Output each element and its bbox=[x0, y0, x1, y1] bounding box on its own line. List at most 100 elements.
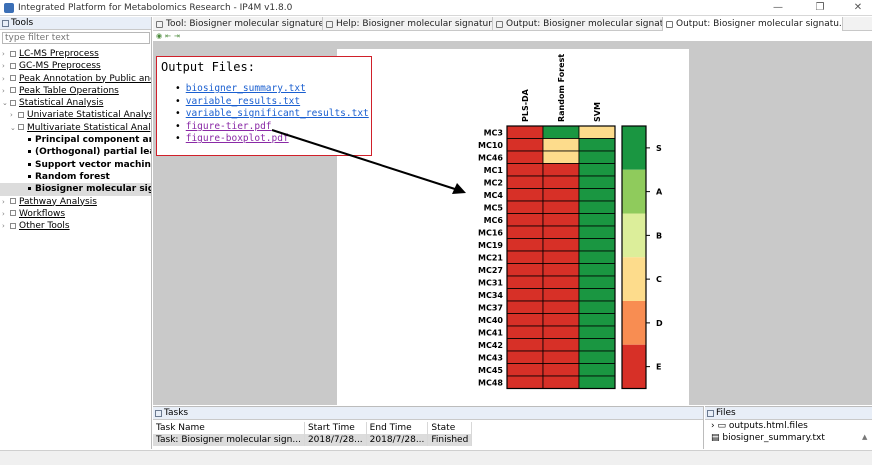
tasks-column-header[interactable]: State bbox=[427, 422, 473, 434]
tree-item-label: (Orthogonal) partial least sq bbox=[35, 147, 151, 158]
tools-panel: Tools › LC-MS Preprocess › GC-MS Preprocess… bbox=[0, 17, 152, 449]
table-row[interactable]: Task: Biosigner molecular sign... 2018/7/… bbox=[153, 434, 473, 446]
minimize-button[interactable]: — bbox=[764, 0, 792, 16]
maximize-button[interactable]: ❐ bbox=[806, 0, 834, 16]
output-file-list: biosigner_summary.txt variable_results.tx… bbox=[175, 83, 369, 146]
files-tab-label: Files bbox=[716, 408, 736, 418]
output-files-heading: Output Files: bbox=[161, 60, 255, 74]
expand-arrow-icon[interactable]: › bbox=[2, 73, 10, 85]
output-file-link[interactable]: figure-tier.pdf bbox=[186, 121, 272, 132]
table-cell: Task: Biosigner molecular sign... bbox=[153, 434, 305, 446]
tools-tab[interactable]: Tools bbox=[0, 17, 151, 30]
tree-item[interactable]: ⌄ Statistical Analysis bbox=[0, 97, 151, 109]
tasks-column-header[interactable]: Task Name bbox=[153, 422, 305, 434]
expand-arrow-icon[interactable]: › bbox=[10, 109, 18, 121]
forward-icon[interactable]: ⇥ bbox=[174, 32, 180, 40]
tree-item-label: Biosigner molecular signatu bbox=[35, 184, 151, 195]
tasks-column-header[interactable]: End Time bbox=[366, 422, 429, 434]
file-item[interactable]: › ▭ outputs.html.files bbox=[705, 420, 872, 432]
tree-item[interactable]: Biosigner molecular signatu bbox=[0, 183, 151, 196]
tree-item[interactable]: › Workflows bbox=[0, 208, 151, 220]
file-item-label: outputs.html.files bbox=[728, 421, 808, 431]
expand-arrow-icon[interactable]: › bbox=[2, 60, 10, 72]
tree-item-label: Workflows bbox=[19, 208, 66, 219]
editor-tab[interactable]: Tool: Biosigner molecular signature ...× bbox=[153, 17, 323, 31]
editor-tab-label: Help: Biosigner molecular signature ... bbox=[336, 18, 493, 29]
back-icon[interactable]: ⇤ bbox=[165, 32, 171, 40]
expand-arrow-icon[interactable]: › bbox=[2, 208, 10, 220]
close-window-button[interactable]: ✕ bbox=[844, 0, 872, 16]
files-view-icon bbox=[707, 409, 714, 417]
tree-item[interactable]: › Univariate Statistical Analysis bbox=[0, 109, 151, 121]
app-icon bbox=[4, 2, 14, 13]
tools-tab-label: Tools bbox=[11, 18, 34, 28]
tree-item-label: LC-MS Preprocess bbox=[19, 49, 99, 59]
editor-tab[interactable]: Output: Biosigner molecular signatur...× bbox=[493, 17, 663, 31]
file-item-label: biosigner_summary.txt bbox=[722, 433, 825, 443]
files-panel: Files › ▭ outputs.html.files ▤ biosigner… bbox=[705, 406, 872, 449]
category-icon bbox=[10, 198, 16, 205]
expand-arrow-icon[interactable]: ⌄ bbox=[10, 122, 18, 134]
tasks-column-header[interactable]: Start Time bbox=[304, 422, 367, 434]
files-scrollbar[interactable]: ▲ bbox=[862, 433, 870, 447]
document-icon bbox=[496, 20, 503, 28]
editor-tab-label: Output: Biosigner molecular signatu... bbox=[676, 18, 843, 29]
output-files-box: Output Files: biosigner_summary.txtvaria… bbox=[156, 56, 372, 156]
expand-arrow-icon[interactable]: › bbox=[2, 48, 10, 60]
tools-view-icon bbox=[2, 19, 9, 27]
tree-item[interactable]: Random forest bbox=[0, 171, 151, 183]
tree-item[interactable]: › Peak Annotation by Public and C bbox=[0, 73, 151, 85]
tree-item[interactable]: › LC-MS Preprocess bbox=[0, 48, 151, 60]
window-title: Integrated Platform for Metabolomics Res… bbox=[18, 2, 293, 13]
tree-item[interactable]: Support vector machine bbox=[0, 159, 151, 171]
document-icon bbox=[156, 20, 163, 28]
expand-arrow-icon[interactable]: › bbox=[2, 220, 10, 232]
file-item[interactable]: ▤ biosigner_summary.txt bbox=[705, 432, 872, 444]
editor-toolbar: ◉ ⇤ ⇥ bbox=[153, 31, 872, 41]
category-icon bbox=[10, 222, 16, 229]
files-tree: › ▭ outputs.html.files ▤ biosigner_summa… bbox=[705, 420, 872, 444]
category-icon bbox=[10, 99, 16, 106]
tasks-view-icon bbox=[155, 409, 162, 417]
expand-arrow-icon[interactable]: › bbox=[2, 85, 10, 97]
output-file-link[interactable]: figure-boxplot.pdf bbox=[186, 133, 289, 144]
table-cell: 2018/7/28... bbox=[366, 434, 429, 446]
title-bar: Integrated Platform for Metabolomics Res… bbox=[0, 0, 872, 16]
tree-item-label: Multivariate Statistical Analysis bbox=[27, 122, 151, 133]
output-file-link[interactable]: biosigner_summary.txt bbox=[186, 83, 306, 94]
tree-item-label: Random forest bbox=[35, 171, 110, 182]
tree-item[interactable]: › GC-MS Preprocess bbox=[0, 60, 151, 72]
tasks-tab[interactable]: Tasks bbox=[153, 407, 703, 420]
editor-tab[interactable]: Output: Biosigner molecular signatu...× bbox=[663, 17, 843, 31]
file-icon: ▤ bbox=[711, 433, 723, 443]
document-icon bbox=[326, 20, 333, 28]
folder-icon: › ▭ bbox=[711, 421, 729, 431]
expand-arrow-icon[interactable]: › bbox=[2, 196, 10, 208]
tree-item-label: Peak Annotation by Public and C bbox=[19, 73, 151, 84]
category-icon bbox=[10, 87, 16, 94]
table-cell: 2018/7/28... bbox=[304, 434, 367, 446]
files-tab[interactable]: Files bbox=[705, 407, 872, 420]
expand-arrow-icon[interactable]: ⌄ bbox=[2, 97, 10, 109]
output-file-link[interactable]: variable_results.txt bbox=[186, 96, 300, 107]
category-icon bbox=[18, 111, 24, 118]
tree-item[interactable]: › Pathway Analysis bbox=[0, 196, 151, 208]
refresh-icon[interactable]: ◉ bbox=[156, 32, 162, 40]
figure-page bbox=[337, 49, 689, 405]
editor-tab[interactable]: Help: Biosigner molecular signature ...× bbox=[323, 17, 493, 31]
tree-item[interactable]: Principal component analysi bbox=[0, 134, 151, 146]
category-icon bbox=[10, 75, 16, 82]
tree-item-label: Pathway Analysis bbox=[19, 196, 97, 207]
table-cell: Finished bbox=[427, 434, 473, 446]
tasks-tab-label: Tasks bbox=[164, 408, 189, 418]
tree-item[interactable]: › Other Tools bbox=[0, 220, 151, 232]
tree-item[interactable]: › Peak Table Operations bbox=[0, 85, 151, 97]
filter-input[interactable] bbox=[2, 32, 150, 44]
tree-item[interactable]: (Orthogonal) partial least sq bbox=[0, 146, 151, 158]
output-file-item: figure-boxplot.pdf bbox=[175, 133, 369, 146]
tree-item-label: Peak Table Operations bbox=[19, 85, 119, 96]
tool-bullet-icon bbox=[28, 162, 31, 166]
output-file-link[interactable]: variable_significant_results.txt bbox=[186, 108, 369, 119]
output-file-item: variable_significant_results.txt bbox=[175, 108, 369, 121]
tree-item[interactable]: ⌄ Multivariate Statistical Analysis bbox=[0, 122, 151, 134]
